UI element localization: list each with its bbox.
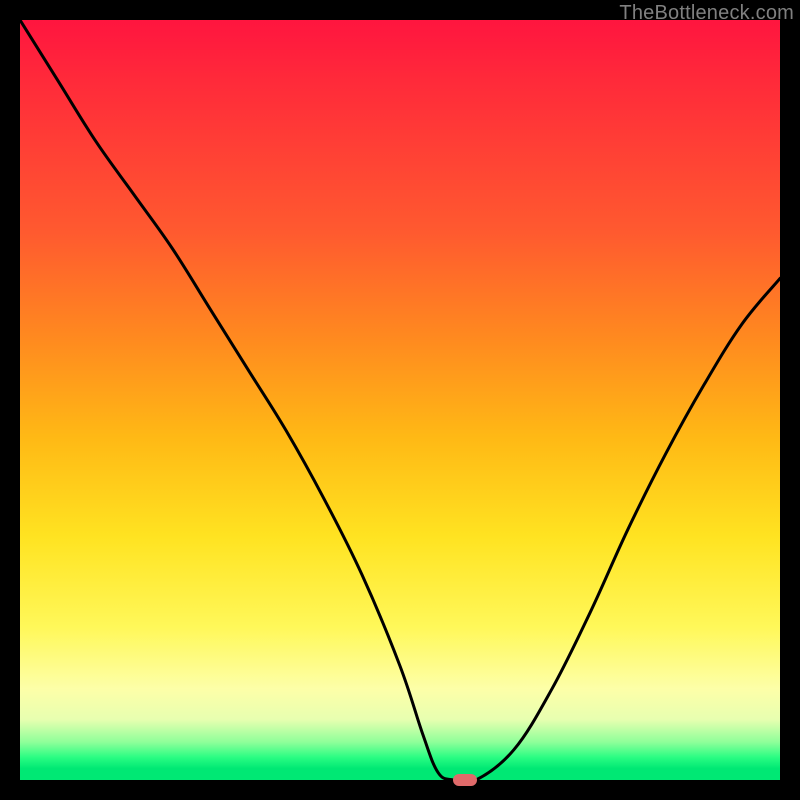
curve-path [20, 20, 780, 780]
watermark-text: TheBottleneck.com [619, 2, 794, 25]
chart-plot-area [20, 20, 780, 780]
chart-frame: TheBottleneck.com [0, 0, 800, 800]
bottleneck-curve [20, 20, 780, 780]
optimum-marker [453, 774, 477, 786]
